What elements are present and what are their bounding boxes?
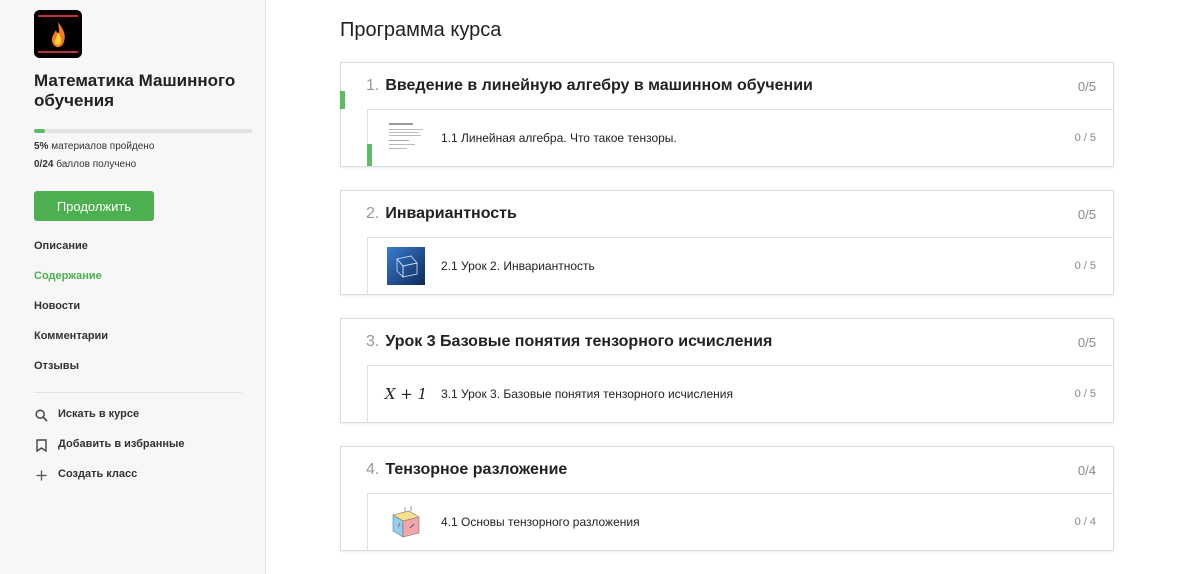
module-title: Урок 3 Базовые понятия тензорного исчисл… xyxy=(385,333,773,350)
add-to-favorites-label: Добавить в избранные xyxy=(58,438,185,450)
create-class-action[interactable]: Создать класс xyxy=(34,468,185,498)
course-logo[interactable] xyxy=(34,10,82,58)
nav-item-description[interactable]: Описание xyxy=(34,240,108,270)
module-header[interactable]: 2. Инвариантность 0/5 xyxy=(341,191,1113,237)
lesson-score: 0 / 5 xyxy=(1074,260,1096,272)
module-score: 0/5 xyxy=(1077,206,1096,222)
module-score: 0/5 xyxy=(1077,334,1096,350)
points-stat-value: 0/24 xyxy=(34,159,54,170)
lesson-item[interactable]: 4.1 Основы тензорного разложения 0 / 4 xyxy=(367,493,1113,550)
module-number: 2. xyxy=(366,205,380,222)
progress-accent xyxy=(367,144,372,166)
page-title: Программа курса xyxy=(340,19,502,41)
materials-stat: 5% материалов пройдено xyxy=(34,141,154,152)
module-score: 0/5 xyxy=(1077,78,1096,94)
module-title: Введение в линейную алгебру в машинном о… xyxy=(385,77,813,94)
module-title: Инвариантность xyxy=(385,205,517,222)
lesson-score: 0 / 4 xyxy=(1074,516,1096,528)
nav-item-news[interactable]: Новости xyxy=(34,300,108,330)
module-1: 1. Введение в линейную алгебру в машинно… xyxy=(340,62,1114,167)
lesson-title: 2.1 Урок 2. Инвариантность xyxy=(441,259,595,273)
module-number: 1. xyxy=(366,77,380,94)
sidebar: Математика Машинного обучения 5% материа… xyxy=(0,0,266,574)
formula-thumbnail-text: X + 1 xyxy=(384,385,428,403)
module-header[interactable]: 3. Урок 3 Базовые понятия тензорного исч… xyxy=(341,319,1113,365)
nav-item-contents[interactable]: Содержание xyxy=(34,270,108,300)
module-title: Тензорное разложение xyxy=(385,461,568,478)
cube-thumbnail-icon xyxy=(387,247,425,285)
lesson-title: 1.1 Линейная алгебра. Что такое тензоры. xyxy=(441,131,677,145)
module-header[interactable]: 1. Введение в линейную алгебру в машинно… xyxy=(340,63,1113,109)
tensor-cube-thumbnail-icon xyxy=(387,503,425,541)
materials-stat-value: 5% xyxy=(34,141,49,152)
document-thumbnail-icon xyxy=(387,119,425,157)
sidebar-actions: Искать в курсе Добавить в избранные Созд… xyxy=(34,408,185,498)
lesson-title: 3.1 Урок 3. Базовые понятия тензорного и… xyxy=(441,387,733,401)
lesson-item[interactable]: 2.1 Урок 2. Инвариантность 0 / 5 xyxy=(367,237,1113,294)
progress-accent xyxy=(340,91,345,109)
module-header[interactable]: 4. Тензорное разложение 0/4 xyxy=(341,447,1113,493)
continue-button[interactable]: Продолжить xyxy=(34,191,154,221)
formula-thumbnail: X + 1 xyxy=(384,375,428,413)
course-progress-bar xyxy=(34,129,252,133)
search-in-course-label: Искать в курсе xyxy=(58,408,140,420)
plus-icon xyxy=(34,468,48,482)
lesson-title: 4.1 Основы тензорного разложения xyxy=(441,515,640,529)
search-in-course-action[interactable]: Искать в курсе xyxy=(34,408,185,438)
lesson-score: 0 / 5 xyxy=(1074,132,1096,144)
module-number: 3. xyxy=(366,333,380,350)
module-3: 3. Урок 3 Базовые понятия тензорного исч… xyxy=(340,318,1114,423)
lesson-item[interactable]: 1.1 Линейная алгебра. Что такое тензоры.… xyxy=(367,109,1113,166)
course-nav: Описание Содержание Новости Комментарии … xyxy=(34,240,108,390)
bookmark-icon xyxy=(34,438,48,452)
course-progress-fill xyxy=(34,129,45,133)
points-stat: 0/24 баллов получено xyxy=(34,159,136,170)
materials-stat-label: материалов пройдено xyxy=(48,141,155,152)
module-4: 4. Тензорное разложение 0/4 4.1 Основы т… xyxy=(340,446,1114,551)
points-stat-label: баллов получено xyxy=(53,159,137,170)
nav-item-reviews[interactable]: Отзывы xyxy=(34,360,108,390)
course-title: Математика Машинного обучения xyxy=(34,71,236,110)
module-number: 4. xyxy=(366,461,380,478)
module-2: 2. Инвариантность 0/5 2.1 Урок 2. Инвари… xyxy=(340,190,1114,295)
create-class-label: Создать класс xyxy=(58,468,138,480)
add-to-favorites-action[interactable]: Добавить в избранные xyxy=(34,438,185,468)
module-score: 0/4 xyxy=(1077,462,1096,478)
search-icon xyxy=(34,408,48,422)
lesson-score: 0 / 5 xyxy=(1074,388,1096,400)
nav-item-comments[interactable]: Комментарии xyxy=(34,330,108,360)
sidebar-divider xyxy=(34,392,242,393)
lesson-item[interactable]: X + 1 3.1 Урок 3. Базовые понятия тензор… xyxy=(367,365,1113,422)
